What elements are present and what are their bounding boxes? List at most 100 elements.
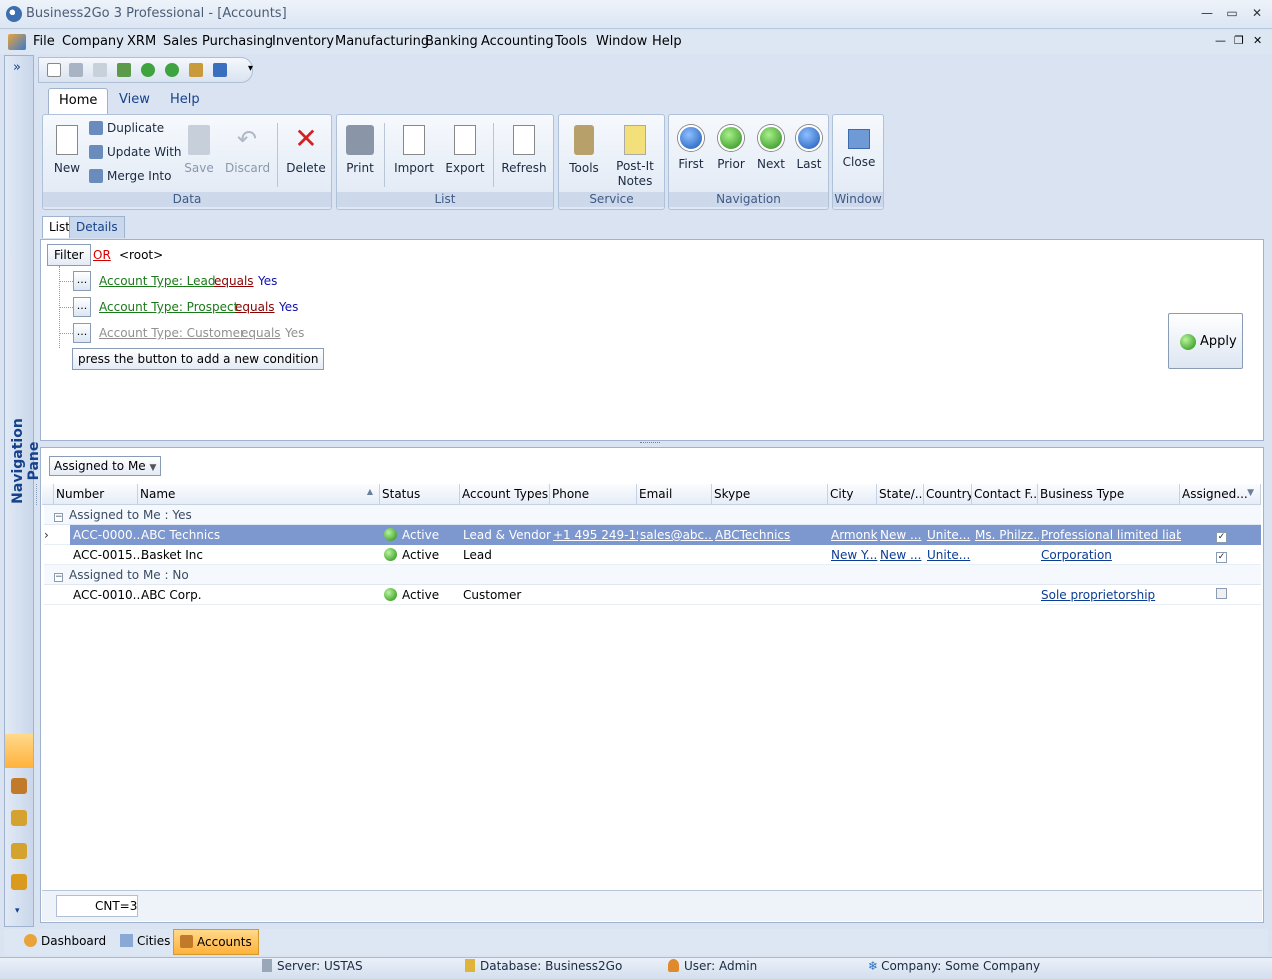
nav-more-icon[interactable]: ▾ — [15, 906, 20, 916]
merge-into-button[interactable]: Merge Into — [89, 169, 171, 183]
assigned-checkbox[interactable] — [1216, 588, 1227, 599]
update-with-button[interactable]: Update With — [89, 145, 182, 159]
cell-city[interactable]: New Y... — [829, 545, 878, 565]
table-row[interactable]: › ACC-0000... ABC Technics Active Lead &… — [44, 525, 1261, 545]
menu-accounting[interactable]: Accounting — [481, 34, 554, 49]
cell-business-type[interactable]: Sole proprietorship — [1039, 585, 1181, 605]
cell-state[interactable]: New ... — [878, 545, 925, 565]
nav-contacts-icon[interactable] — [11, 778, 27, 794]
col-state[interactable]: State/... — [877, 484, 924, 505]
postit-notes-button[interactable]: Post-It Notes — [609, 125, 661, 189]
cell-assigned[interactable]: ✓ — [1214, 525, 1244, 545]
col-city[interactable]: City — [828, 484, 877, 505]
table-row[interactable]: ACC-0010... ABC Corp. Active Customer So… — [44, 585, 1261, 605]
menu-help[interactable]: Help — [652, 34, 682, 49]
col-phone[interactable]: Phone — [550, 484, 637, 505]
state-link[interactable]: New ... — [880, 528, 921, 542]
city-link[interactable]: New Y... — [831, 548, 877, 562]
col-contact[interactable]: Contact F... — [972, 484, 1038, 505]
prior-icon[interactable] — [141, 63, 155, 77]
nav-inventory-icon[interactable] — [11, 874, 27, 890]
menu-window[interactable]: Window — [596, 34, 647, 49]
cell-contact[interactable]: Ms. Philzz... — [973, 525, 1039, 545]
business-type-link[interactable]: Corporation — [1041, 548, 1112, 562]
undo-icon[interactable] — [93, 63, 107, 77]
mdi-restore-icon[interactable]: ❐ — [1234, 34, 1244, 47]
nav-sales-icon[interactable] — [11, 810, 27, 826]
filter-group-op[interactable]: OR — [93, 248, 111, 262]
col-status[interactable]: Status — [380, 484, 460, 505]
close-window-icon[interactable] — [213, 63, 227, 77]
window-tab-cities[interactable]: Cities — [114, 929, 176, 955]
group-row[interactable]: − Assigned to Me : Yes — [44, 505, 1261, 525]
cell-email[interactable]: sales@abc.... — [638, 525, 713, 545]
menu-xrm[interactable]: XRM — [127, 34, 156, 49]
city-link[interactable]: Armonk — [831, 528, 878, 542]
print-button[interactable]: Print — [341, 125, 379, 175]
tab-help[interactable]: Help — [160, 88, 210, 114]
maximize-icon[interactable]: ▭ — [1223, 5, 1241, 21]
country-link[interactable]: Unite... — [927, 528, 970, 542]
filter-button[interactable]: Filter — [47, 244, 91, 266]
mdi-close-icon[interactable]: ✕ — [1253, 34, 1262, 47]
condition-value[interactable]: Yes — [285, 326, 304, 340]
cell-country[interactable]: Unite... — [925, 525, 973, 545]
condition-menu-button[interactable]: ... — [73, 323, 91, 343]
email-link[interactable]: sales@abc.... — [640, 528, 713, 542]
col-country[interactable]: Country — [924, 484, 972, 505]
apply-button[interactable]: Apply — [1168, 313, 1243, 369]
col-account-types[interactable]: Account Types — [460, 484, 550, 505]
tools-icon[interactable] — [189, 63, 203, 77]
add-condition-button[interactable]: press the button to add a new condition — [72, 348, 325, 370]
nav-purchasing-icon[interactable] — [11, 843, 27, 859]
next-icon[interactable] — [165, 63, 179, 77]
business-type-link[interactable]: Sole proprietorship — [1041, 588, 1155, 602]
condition-op[interactable]: equals — [241, 326, 281, 340]
menu-banking[interactable]: Banking — [425, 34, 478, 49]
col-email[interactable]: Email — [637, 484, 712, 505]
navigation-pane-label[interactable]: Navigation Pane — [10, 401, 42, 521]
close-button[interactable]: Close — [837, 125, 881, 169]
tab-home[interactable]: Home — [48, 88, 109, 114]
duplicate-button[interactable]: Duplicate — [89, 121, 164, 135]
delete-button[interactable]: ✕ Delete — [285, 125, 327, 176]
group-row[interactable]: − Assigned to Me : No — [44, 565, 1261, 585]
minimize-icon[interactable]: — — [1198, 5, 1216, 21]
condition-field[interactable]: Account Type: Lead — [99, 274, 216, 288]
condition-menu-button[interactable]: ... — [73, 271, 91, 291]
save-icon[interactable] — [69, 63, 83, 77]
contact-link[interactable]: Ms. Philzz... — [975, 528, 1039, 542]
window-tab-dashboard[interactable]: Dashboard — [18, 929, 112, 955]
next-button[interactable]: Next — [753, 125, 789, 171]
menu-tools[interactable]: Tools — [555, 34, 587, 49]
col-skype[interactable]: Skype — [712, 484, 828, 505]
cell-business-type[interactable]: Corporation — [1039, 545, 1181, 565]
condition-op[interactable]: equals — [235, 300, 275, 314]
condition-menu-button[interactable]: ... — [73, 297, 91, 317]
mdi-minimize-icon[interactable]: — — [1215, 34, 1226, 47]
discard-button[interactable]: ↶ Discard — [225, 125, 270, 175]
state-link[interactable]: New ... — [880, 548, 921, 562]
group-by-chip[interactable]: Assigned to Me ▼ — [49, 456, 162, 476]
tools-button[interactable]: Tools — [565, 125, 603, 175]
new-doc-icon[interactable] — [47, 63, 61, 77]
menu-inventory[interactable]: Inventory — [272, 34, 334, 49]
menu-manufacturing[interactable]: Manufacturing — [335, 34, 429, 49]
country-link[interactable]: Unite... — [927, 548, 970, 562]
refresh-button[interactable]: Refresh — [499, 125, 549, 175]
expand-pane-icon[interactable]: » — [13, 60, 21, 75]
skype-link[interactable]: ABCTechnics — [715, 528, 790, 542]
new-button[interactable]: New — [49, 125, 85, 175]
cell-assigned[interactable]: ✓ — [1214, 545, 1244, 565]
collapse-icon[interactable]: − — [54, 573, 63, 582]
first-button[interactable]: First — [673, 125, 709, 171]
col-number[interactable]: Number — [54, 484, 138, 505]
tab-details[interactable]: Details — [69, 216, 125, 238]
prior-button[interactable]: Prior — [713, 125, 749, 171]
condition-field[interactable]: Account Type: Prospect — [99, 300, 238, 314]
import-button[interactable]: Import — [391, 125, 437, 175]
refresh-icon[interactable] — [117, 63, 131, 77]
menu-purchasing[interactable]: Purchasing — [202, 34, 273, 49]
tab-view[interactable]: View — [109, 88, 160, 114]
condition-op[interactable]: equals — [214, 274, 254, 288]
